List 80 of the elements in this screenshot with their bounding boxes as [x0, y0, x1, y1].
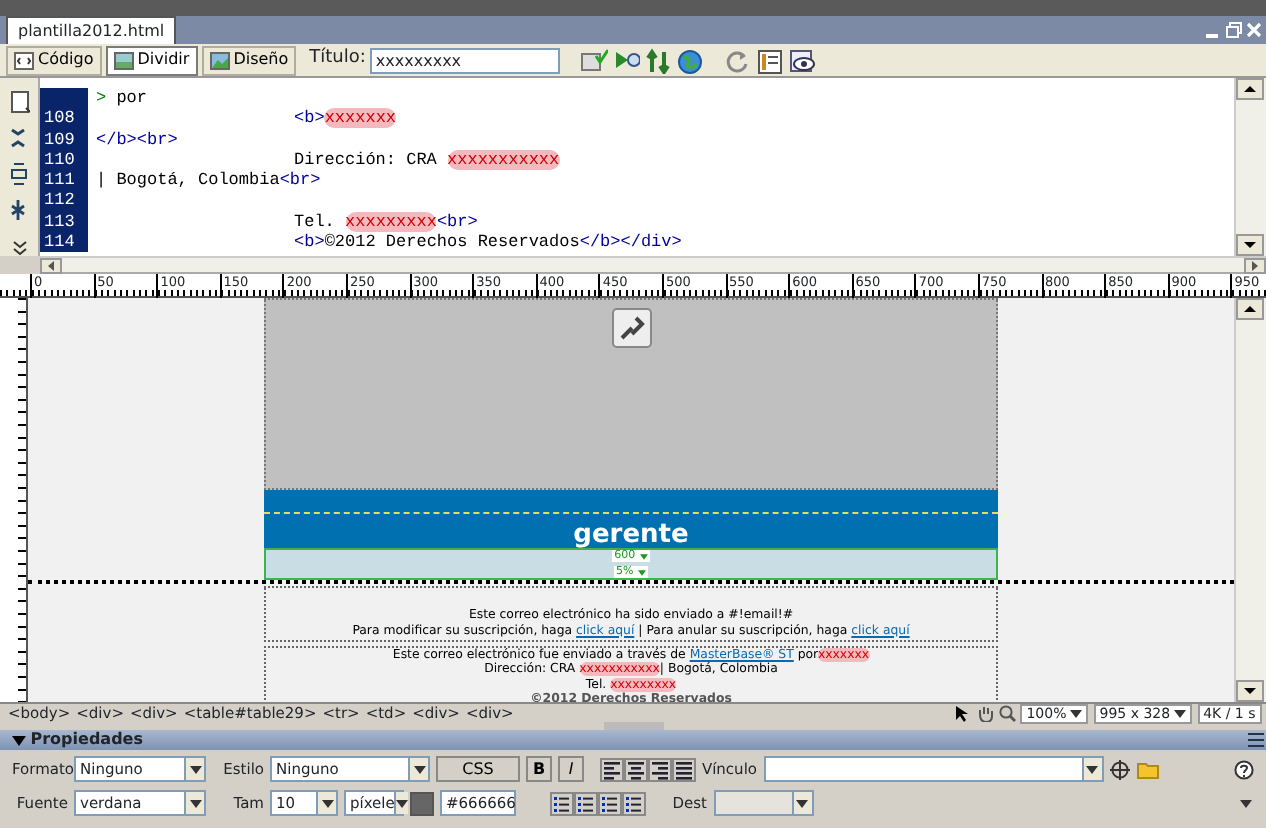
code-text: Dirección: CRA xxxxxxxxxxx: [294, 149, 560, 170]
panel-title[interactable]: Propiedades: [12, 730, 143, 750]
view-button[interactable]: Diseño: [201, 45, 297, 75]
validate-icon[interactable]: [579, 47, 608, 73]
align-left-icon[interactable]: [599, 757, 623, 781]
justify-icon[interactable]: [671, 757, 695, 781]
numbered-list-icon[interactable]: [573, 791, 597, 815]
code-text: <b>©2012 Derechos Reservados</b></div>: [294, 232, 682, 253]
code-text: > por: [96, 88, 148, 108]
line-number-gutter: [40, 88, 88, 109]
split-view-icon: [113, 51, 134, 69]
line-number: 112: [40, 190, 88, 212]
align-right-icon[interactable]: [647, 757, 671, 781]
bullet-list-icon[interactable]: [549, 791, 573, 815]
point-to-file-icon[interactable]: [1109, 759, 1129, 779]
code-text: <b>xxxxxxx: [294, 108, 397, 129]
outdent-icon[interactable]: [597, 791, 621, 815]
code-text: </b><br>: [96, 129, 178, 150]
scroll-up-button[interactable]: [1236, 78, 1264, 100]
view-button[interactable]: Dividir: [105, 45, 198, 75]
view-button[interactable]: Código: [6, 45, 102, 75]
caret-icon: [1070, 709, 1083, 717]
zoom-icon[interactable]: [997, 704, 1016, 722]
css-button[interactable]: CSS: [436, 756, 520, 782]
indent-icon[interactable]: [621, 791, 645, 815]
globe-icon[interactable]: [675, 47, 704, 73]
scroll-down-button[interactable]: [1236, 234, 1264, 256]
redacted-text: xxxxxxxxxxx: [447, 149, 560, 170]
align-center-icon[interactable]: [623, 757, 647, 781]
caret-icon: [1086, 765, 1098, 773]
title-label: Título:: [309, 46, 366, 73]
restore-icon[interactable]: [1225, 22, 1241, 38]
caret-icon: [796, 799, 808, 807]
line-number: 108: [40, 108, 88, 130]
help-icon[interactable]: [1234, 759, 1254, 779]
link-field[interactable]: [763, 756, 1103, 782]
design-view-icon: [209, 51, 230, 69]
code-text: | Bogotá, Colombia<br>: [96, 170, 321, 191]
line-number: 110: [40, 149, 88, 171]
code-text: Tel. xxxxxxxxx<br>: [294, 211, 478, 232]
title-field[interactable]: xxxxxxxxx: [369, 47, 560, 73]
caret-icon: [189, 765, 201, 773]
caret-icon: [321, 799, 333, 807]
line-number: 113: [40, 211, 88, 233]
visual-aids-icon[interactable]: [787, 47, 816, 73]
view-options-icon[interactable]: [755, 47, 784, 73]
italic-button[interactable]: I: [558, 756, 584, 782]
bold-button[interactable]: B: [526, 756, 552, 782]
redacted-text: xxxxxxx: [324, 108, 397, 129]
caret-icon: [396, 799, 409, 807]
open-documents-icon[interactable]: [8, 90, 30, 114]
transfer-icon[interactable]: [643, 47, 672, 73]
caret-icon: [413, 765, 425, 773]
more-icon[interactable]: [11, 240, 27, 256]
line-number: 111: [40, 170, 88, 191]
preview-icon[interactable]: [611, 47, 640, 73]
expand-panel-icon[interactable]: [1238, 797, 1254, 809]
scroll-down-button[interactable]: [1236, 680, 1264, 702]
collapse-tag-icon[interactable]: [8, 126, 30, 150]
line-number: 109: [40, 129, 88, 150]
scroll-up-button[interactable]: [1236, 298, 1264, 320]
banner-title: gerente: [573, 522, 689, 548]
options-menu-icon[interactable]: [1246, 730, 1266, 748]
hand-icon[interactable]: [975, 704, 994, 722]
close-icon[interactable]: [1245, 22, 1262, 38]
scroll-left-button[interactable]: [40, 258, 62, 274]
expand-all-icon[interactable]: [8, 198, 30, 222]
caret-icon: [637, 569, 646, 575]
line-number: 114: [40, 232, 88, 253]
scroll-right-button[interactable]: [1244, 258, 1266, 274]
caret-icon: [1174, 709, 1187, 717]
pointer-icon[interactable]: [952, 704, 971, 722]
image-placeholder-icon: [611, 308, 651, 348]
document-tab[interactable]: plantilla2012.html: [6, 16, 177, 44]
caret-icon: [189, 799, 201, 807]
color-swatch[interactable]: [410, 791, 434, 815]
caret-icon: [639, 553, 648, 559]
code-view-icon: [14, 51, 34, 69]
redacted-text: xxxxxxxxx: [345, 211, 437, 232]
collapse-selection-icon[interactable]: [8, 162, 30, 186]
